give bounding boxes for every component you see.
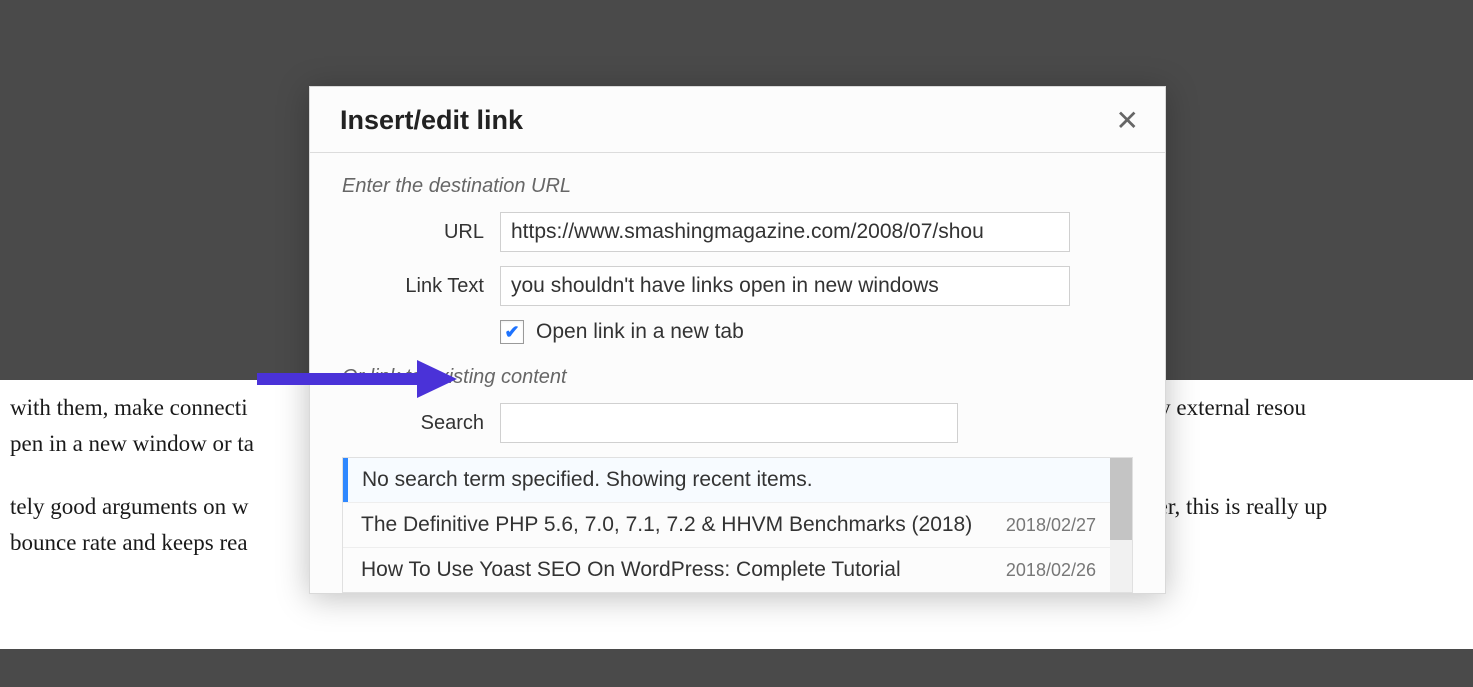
bg-text: bounce rate and keeps rea: [10, 530, 248, 555]
result-title: The Definitive PHP 5.6, 7.0, 7.1, 7.2 & …: [361, 513, 972, 537]
annotation-arrow: [257, 360, 467, 396]
url-row: URL: [342, 212, 1133, 252]
search-row: Search: [342, 403, 1133, 443]
scrollbar-track[interactable]: [1110, 458, 1132, 592]
new-tab-row: ✔ Open link in a new tab: [500, 320, 1133, 344]
link-text-label: Link Text: [342, 275, 500, 298]
new-tab-label: Open link in a new tab: [536, 320, 744, 344]
result-date: 2018/02/26: [1006, 560, 1096, 581]
url-input[interactable]: [500, 212, 1070, 252]
bg-text: pen in a new window or ta: [10, 431, 254, 456]
bg-text: with them, make connecti: [10, 395, 248, 420]
link-text-input[interactable]: [500, 266, 1070, 306]
search-results: No search term specified. Showing recent…: [342, 457, 1133, 593]
list-item[interactable]: How To Use Yoast SEO On WordPress: Compl…: [343, 547, 1132, 592]
search-label: Search: [342, 412, 500, 435]
link-text-row: Link Text: [342, 266, 1133, 306]
destination-hint: Enter the destination URL: [342, 175, 1133, 198]
result-title: How To Use Yoast SEO On WordPress: Compl…: [361, 558, 901, 582]
result-date: 2018/02/27: [1006, 515, 1096, 536]
dialog-title: Insert/edit link: [340, 105, 523, 136]
dialog-header: Insert/edit link ✕: [310, 87, 1165, 153]
search-input[interactable]: [500, 403, 958, 443]
url-label: URL: [342, 221, 500, 244]
new-tab-checkbox[interactable]: ✔: [500, 320, 524, 344]
bg-text: tely good arguments on w: [10, 494, 249, 519]
scrollbar-thumb[interactable]: [1110, 458, 1132, 540]
results-message: No search term specified. Showing recent…: [343, 458, 1132, 502]
close-icon[interactable]: ✕: [1116, 107, 1139, 135]
insert-link-dialog: Insert/edit link ✕ Enter the destination…: [309, 86, 1166, 594]
list-item[interactable]: The Definitive PHP 5.6, 7.0, 7.1, 7.2 & …: [343, 502, 1132, 547]
